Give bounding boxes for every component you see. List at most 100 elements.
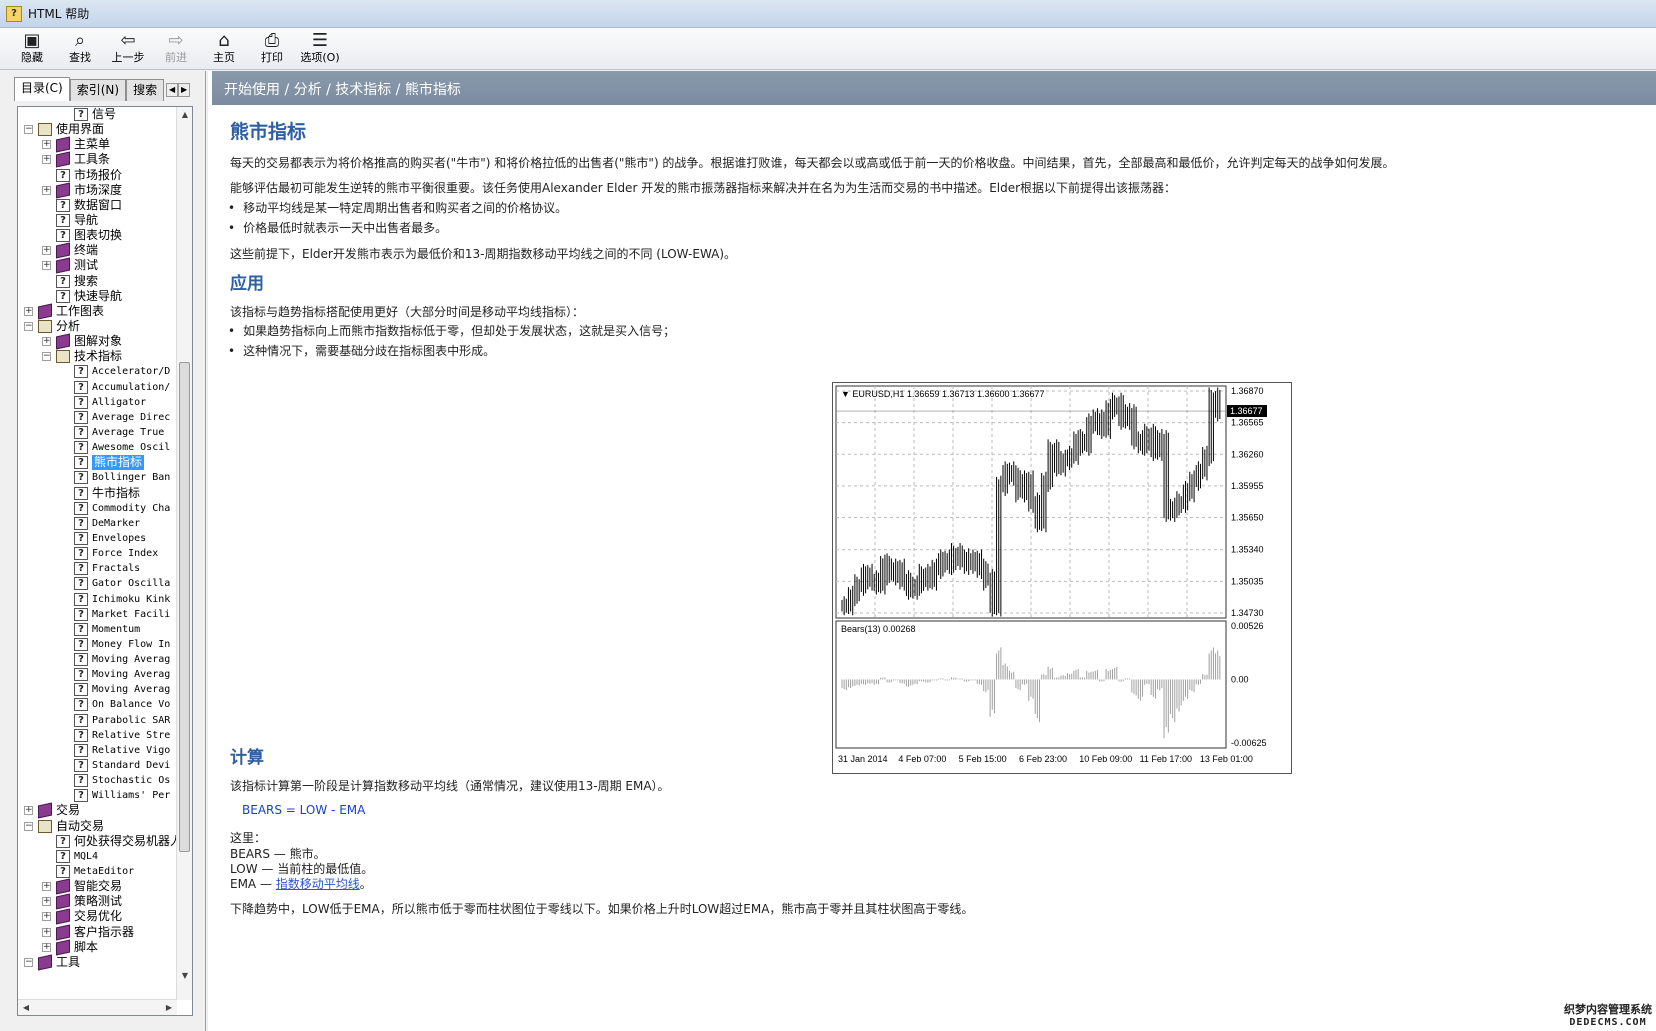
tab-contents[interactable]: 目录(C): [14, 77, 70, 101]
expand-icon[interactable]: +: [42, 155, 51, 165]
collapse-icon[interactable]: −: [24, 821, 33, 831]
expand-icon[interactable]: +: [42, 246, 51, 256]
tab-index[interactable]: 索引(N): [69, 79, 127, 101]
tree-item[interactable]: ? 何处获得交易机器人: [18, 834, 177, 849]
hide-button[interactable]: ▣ 隐藏: [8, 28, 56, 70]
collapse-icon[interactable]: −: [42, 352, 51, 362]
tree-item[interactable]: ? 数据窗口: [18, 198, 177, 213]
expand-icon[interactable]: +: [42, 927, 51, 937]
tree-item[interactable]: ? DeMarker: [18, 516, 177, 531]
tree-item[interactable]: ? 图表切换: [18, 228, 177, 243]
tree-item[interactable]: ? Moving Averag: [18, 682, 177, 697]
forward-button[interactable]: ⇨ 前进: [152, 28, 200, 70]
tree-item[interactable]: + 终端: [18, 242, 177, 259]
tree-item[interactable]: ? Accumulation/: [18, 380, 177, 395]
tree-item[interactable]: ? Parabolic SAR: [18, 713, 177, 728]
expand-icon[interactable]: +: [42, 185, 51, 195]
tree-item[interactable]: ? Moving Averag: [18, 667, 177, 682]
tree-item[interactable]: + 策略测试: [18, 893, 177, 910]
tree-item[interactable]: ? Ichimoku Kink: [18, 592, 177, 607]
tree-item[interactable]: ? Money Flow In: [18, 637, 177, 652]
tree-item[interactable]: + 工作图表: [18, 303, 177, 320]
tree-item[interactable]: ? Relative Vigo: [18, 743, 177, 758]
tree-item[interactable]: ? Average Direc: [18, 410, 177, 425]
tab-search[interactable]: 搜索: [126, 79, 165, 101]
expand-icon[interactable]: +: [24, 806, 33, 816]
tree-item[interactable]: + 测试: [18, 257, 177, 274]
tree-item[interactable]: − 技术指标: [18, 349, 177, 364]
tree-item[interactable]: ? 牛市指标: [18, 486, 177, 501]
scroll-thumb[interactable]: [179, 362, 190, 852]
scroll-right-icon[interactable]: ▶: [161, 1000, 177, 1015]
tree-item[interactable]: ? 熊市指标: [18, 455, 177, 471]
expand-icon[interactable]: +: [42, 942, 51, 952]
tree-item[interactable]: + 交易: [18, 802, 177, 819]
closing-paragraph: 下降趋势中，LOW低于EMA，所以熊市低于零而柱状图位于零线以下。如果价格上升时…: [230, 902, 974, 916]
tree-item[interactable]: + 客户指示器: [18, 924, 177, 941]
tree-item[interactable]: ? MetaEditor: [18, 864, 177, 879]
tree-item[interactable]: + 市场深度: [18, 182, 177, 199]
tree-item[interactable]: ? Stochastic Os: [18, 773, 177, 788]
tree-item[interactable]: ? Gator Oscilla: [18, 576, 177, 591]
tree-item[interactable]: ? On Balance Vo: [18, 697, 177, 712]
toolbar: ▣ 隐藏 ⌕ 查找 ⇦ 上一步 ⇨ 前进 ⌂ 主页 ⎙ 打印 ☰ 选项(O): [0, 28, 1656, 70]
tree-item[interactable]: ? Envelopes: [18, 531, 177, 546]
tree-item[interactable]: + 工具条: [18, 151, 177, 168]
back-button[interactable]: ⇦ 上一步: [104, 28, 152, 70]
tab-scroll-left-icon[interactable]: ◀: [166, 83, 179, 97]
expand-icon[interactable]: +: [42, 882, 51, 892]
expand-icon[interactable]: +: [42, 337, 51, 347]
ema-link[interactable]: 指数移动平均线: [276, 877, 360, 891]
expand-icon[interactable]: +: [42, 140, 51, 150]
tree-item[interactable]: ? Fractals: [18, 561, 177, 576]
tree-item[interactable]: ? 市场报价: [18, 168, 177, 183]
nav-tabs: 目录(C) 索引(N) 搜索 ◀ ▶: [14, 77, 191, 101]
tree-item[interactable]: − 自动交易: [18, 819, 177, 834]
tree-item[interactable]: ? Market Facili: [18, 607, 177, 622]
options-button[interactable]: ☰ 选项(O): [296, 28, 344, 70]
tree-item[interactable]: ? Awesome Oscil: [18, 440, 177, 455]
tree-item-label: MetaEditor: [74, 866, 135, 878]
tree-item[interactable]: ? Standard Devi: [18, 758, 177, 773]
tab-scroll-right-icon[interactable]: ▶: [178, 83, 191, 97]
tree-item[interactable]: ? Williams' Per: [18, 788, 177, 803]
expand-icon[interactable]: +: [24, 306, 33, 316]
tree-item[interactable]: ? Bollinger Ban: [18, 470, 177, 485]
tree-item[interactable]: − 工具: [18, 954, 177, 971]
print-button[interactable]: ⎙ 打印: [248, 28, 296, 70]
tree-item[interactable]: ? Momentum: [18, 622, 177, 637]
tree-item[interactable]: ? Alligator: [18, 395, 177, 410]
tree-item[interactable]: ? Force Index: [18, 546, 177, 561]
tree-item[interactable]: ? 搜索: [18, 274, 177, 289]
tree-item[interactable]: + 智能交易: [18, 878, 177, 895]
tree-vertical-scrollbar[interactable]: ▲ ▼: [176, 107, 192, 1000]
tree-item[interactable]: + 图解对象: [18, 333, 177, 350]
tree-item[interactable]: + 脚本: [18, 939, 177, 956]
scroll-up-icon[interactable]: ▲: [177, 107, 192, 123]
tree-item[interactable]: ? 信号: [18, 107, 177, 122]
tree-item[interactable]: ? Relative Stre: [18, 728, 177, 743]
expand-icon[interactable]: +: [42, 912, 51, 922]
tree-item[interactable]: ? Moving Averag: [18, 652, 177, 667]
tree-item-label: Force Index: [92, 548, 159, 560]
collapse-icon[interactable]: −: [24, 321, 33, 331]
scroll-down-icon[interactable]: ▼: [177, 968, 192, 984]
find-button[interactable]: ⌕ 查找: [56, 28, 104, 70]
tree-item[interactable]: − 分析: [18, 319, 177, 334]
expand-icon[interactable]: +: [42, 897, 51, 907]
tree-item[interactable]: ? Average True: [18, 425, 177, 440]
tree-item[interactable]: + 主菜单: [18, 136, 177, 153]
tree-item[interactable]: − 使用界面: [18, 122, 177, 137]
tree-horizontal-scrollbar[interactable]: ◀ ▶: [18, 999, 177, 1015]
tree-item[interactable]: + 交易优化: [18, 908, 177, 925]
tree-item[interactable]: ? 快速导航: [18, 289, 177, 304]
tree-item[interactable]: ? Accelerator/D: [18, 364, 177, 379]
scroll-left-icon[interactable]: ◀: [18, 1000, 34, 1015]
collapse-icon[interactable]: −: [24, 125, 33, 135]
tree-item[interactable]: ? Commodity Cha: [18, 501, 177, 516]
tree-item[interactable]: ? 导航: [18, 213, 177, 228]
home-button[interactable]: ⌂ 主页: [200, 28, 248, 70]
collapse-icon[interactable]: −: [24, 957, 33, 967]
expand-icon[interactable]: +: [42, 261, 51, 271]
tree-item[interactable]: ? MQL4: [18, 849, 177, 864]
